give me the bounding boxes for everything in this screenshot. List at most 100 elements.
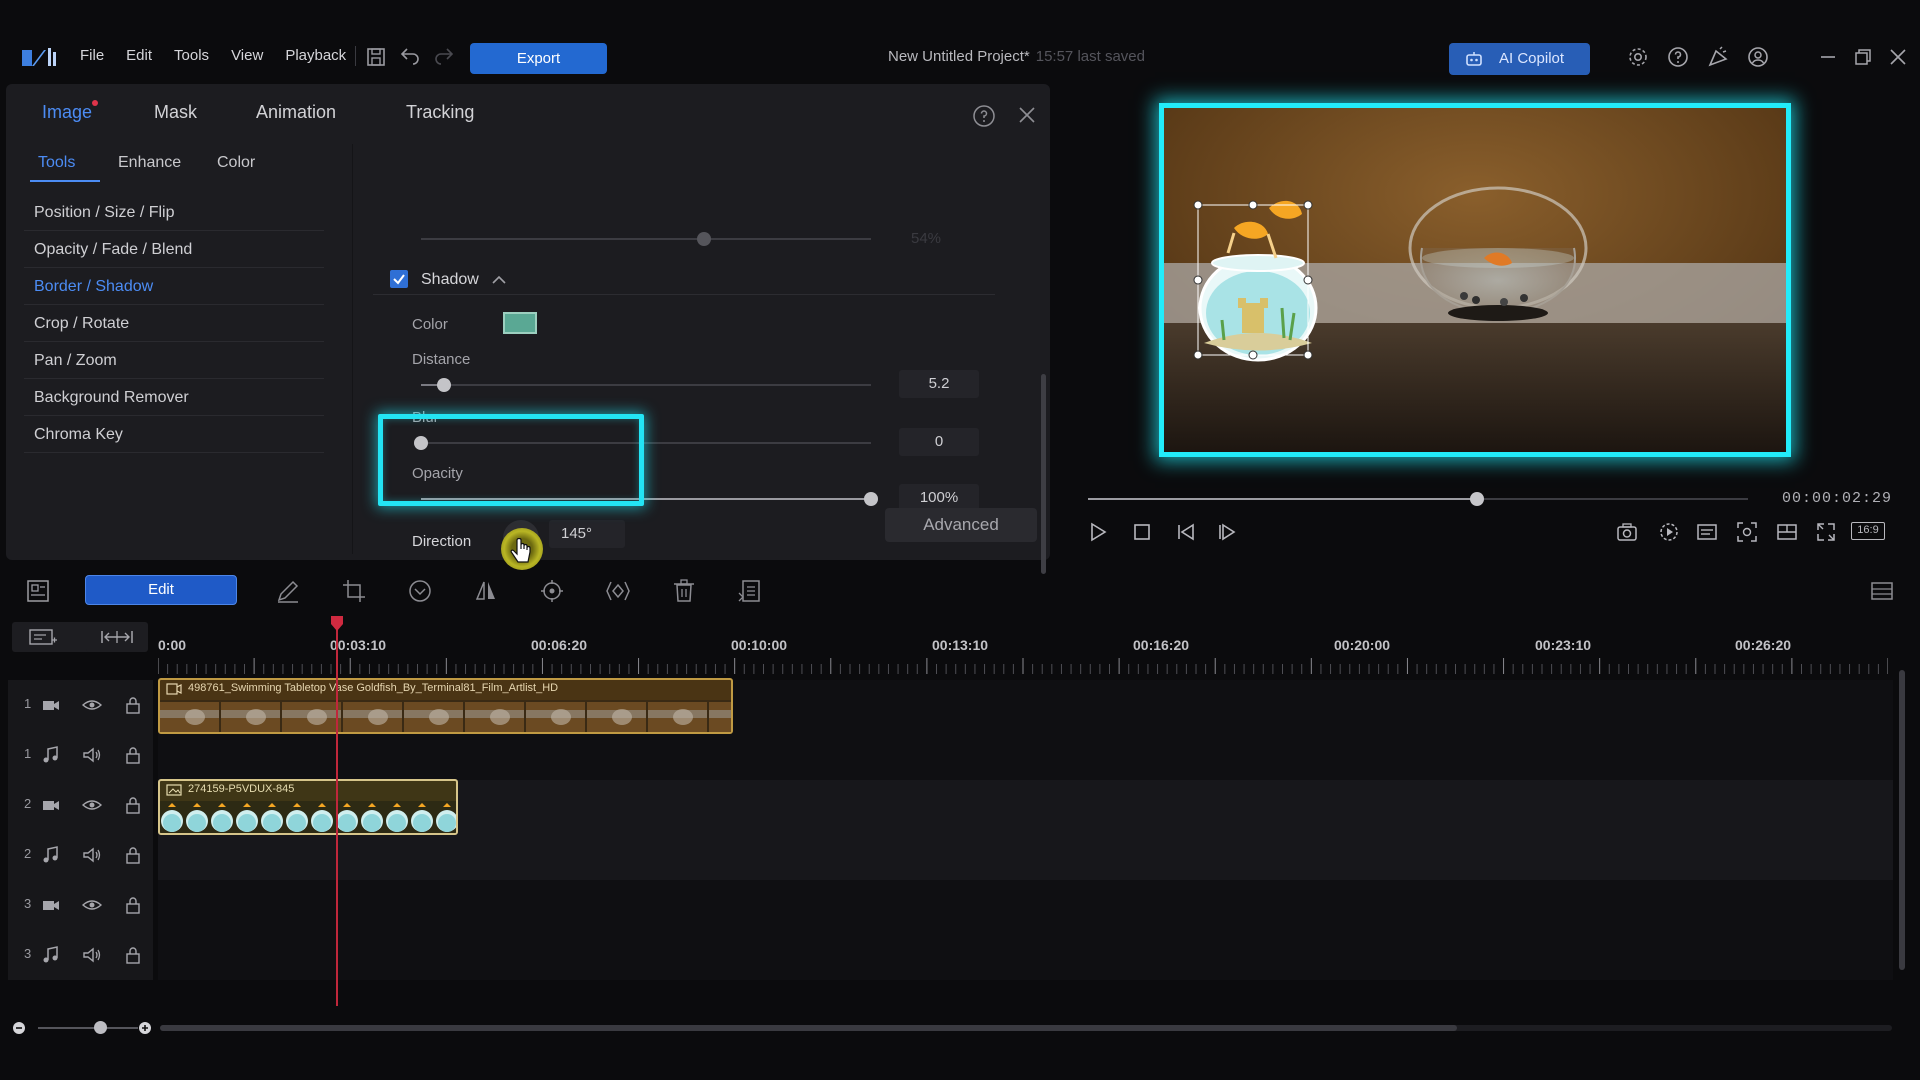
tool-position-size-flip[interactable]: Position / Size / Flip [24,194,324,231]
export-button[interactable]: Export [470,43,607,74]
settings-gear-icon[interactable] [1626,45,1650,69]
minimize-icon[interactable] [1816,45,1840,69]
eye-icon[interactable] [82,696,102,714]
track-lane-video-3[interactable] [158,880,1893,930]
undo-icon[interactable] [398,45,422,69]
timeline-ruler[interactable] [158,656,1888,674]
panel-help-icon[interactable] [972,104,996,128]
stop-icon[interactable] [1130,520,1154,544]
tab-mask[interactable]: Mask [154,102,197,123]
tab-image[interactable]: Image [42,100,99,123]
menu-tools[interactable]: Tools [174,46,209,66]
tool-chroma-key[interactable]: Chroma Key [24,416,324,453]
zoom-preview-icon[interactable] [1735,520,1759,544]
menu-file[interactable]: File [80,46,104,66]
menu-view[interactable]: View [231,46,263,66]
fullscreen-icon[interactable] [1814,520,1838,544]
tool-border-shadow[interactable]: Border / Shadow [24,268,324,305]
camera-icon[interactable] [41,696,61,714]
zoom-slider-track[interactable] [38,1027,138,1029]
lock-icon[interactable] [123,896,143,914]
lock-icon[interactable] [123,696,143,714]
zoom-slider-knob[interactable] [94,1021,107,1034]
distance-slider-track[interactable] [421,384,871,386]
zoom-in-icon[interactable] [138,1021,152,1035]
lock-icon[interactable] [123,796,143,814]
opacity-slider-knob[interactable] [864,492,878,506]
save-icon[interactable] [364,45,388,69]
blur-value-field[interactable]: 0 [899,428,979,456]
menu-edit[interactable]: Edit [126,46,152,66]
top-slider-knob[interactable] [697,232,711,246]
video-preview[interactable] [1159,103,1791,457]
lock-icon[interactable] [123,946,143,964]
subtitles-icon[interactable] [1695,520,1719,544]
tab-animation[interactable]: Animation [256,102,336,123]
grid-layout-icon[interactable] [1775,520,1799,544]
lock-icon[interactable] [123,846,143,864]
lock-icon[interactable] [123,746,143,764]
tool-crop-rotate[interactable]: Crop / Rotate [24,305,324,342]
aspect-ratio-button[interactable]: 16:9 [1851,522,1885,540]
image-clip-fishbowl[interactable]: 274159-P5VDUX-845 [158,779,458,835]
playhead-handle-icon[interactable] [329,616,345,632]
subtab-enhance[interactable]: Enhance [118,154,181,172]
keyframe-icon[interactable] [605,578,631,604]
distance-value-field[interactable]: 5.2 [899,370,979,398]
eye-icon[interactable] [82,896,102,914]
subtab-color[interactable]: Color [217,154,255,172]
track-lane-audio-1[interactable] [158,730,1893,780]
media-library-icon[interactable] [25,578,51,604]
more-tools-icon[interactable] [737,578,763,604]
advanced-button[interactable]: Advanced [885,508,1037,542]
previous-frame-icon[interactable] [1174,520,1198,544]
video-clip-goldfish[interactable]: 498761_Swimming Tabletop Vase Goldfish_B… [158,678,733,734]
redo-icon[interactable] [432,45,456,69]
track-lane-audio-2[interactable] [158,830,1893,880]
zoom-out-icon[interactable] [12,1021,26,1035]
timeline-playhead[interactable] [336,618,338,1006]
speaker-icon[interactable] [82,946,102,964]
distance-slider-knob[interactable] [436,378,451,392]
tool-background-remover[interactable]: Background Remover [24,379,324,416]
subtab-tools[interactable]: Tools [38,154,75,172]
direction-value-field[interactable]: 145° [549,520,625,548]
fit-timeline-button[interactable] [86,622,148,652]
play-icon[interactable] [1086,520,1110,544]
menu-playback[interactable]: Playback [285,46,346,66]
restore-icon[interactable] [1851,45,1875,69]
help-icon[interactable] [1666,45,1690,69]
close-window-icon[interactable] [1886,45,1910,69]
panel-close-icon[interactable] [1016,104,1038,126]
eye-icon[interactable] [82,796,102,814]
next-frame-icon[interactable] [1215,520,1239,544]
ai-copilot-button[interactable]: AI Copilot [1449,43,1590,75]
delete-trash-icon[interactable] [671,578,697,604]
track-lane-audio-3[interactable] [158,930,1893,980]
timeline-settings-icon[interactable] [1869,578,1895,604]
chevron-up-icon[interactable] [491,274,507,286]
camera-icon[interactable] [41,896,61,914]
speed-icon[interactable] [407,578,433,604]
tool-opacity-fade-blend[interactable]: Opacity / Fade / Blend [24,231,324,268]
notification-icon[interactable] [1706,45,1730,69]
account-icon[interactable] [1746,45,1770,69]
shadow-color-swatch[interactable] [503,312,537,334]
timeline-vertical-scrollbar[interactable] [1899,670,1905,970]
tab-tracking[interactable]: Tracking [406,102,474,123]
motion-tracking-icon[interactable] [539,578,565,604]
record-preview-icon[interactable] [1657,520,1681,544]
shadow-checkbox[interactable] [390,270,408,288]
timeline-horizontal-scrollbar[interactable] [160,1025,1457,1031]
music-note-icon[interactable] [41,846,61,864]
camera-icon[interactable] [41,796,61,814]
speaker-icon[interactable] [82,846,102,864]
snapshot-camera-icon[interactable] [1615,520,1639,544]
edit-button[interactable]: Edit [85,575,237,605]
music-note-icon[interactable] [41,746,61,764]
speaker-icon[interactable] [82,746,102,764]
music-note-icon[interactable] [41,946,61,964]
tool-pan-zoom[interactable]: Pan / Zoom [24,342,324,379]
pen-edit-icon[interactable] [275,578,301,604]
top-slider-track[interactable] [421,238,871,240]
